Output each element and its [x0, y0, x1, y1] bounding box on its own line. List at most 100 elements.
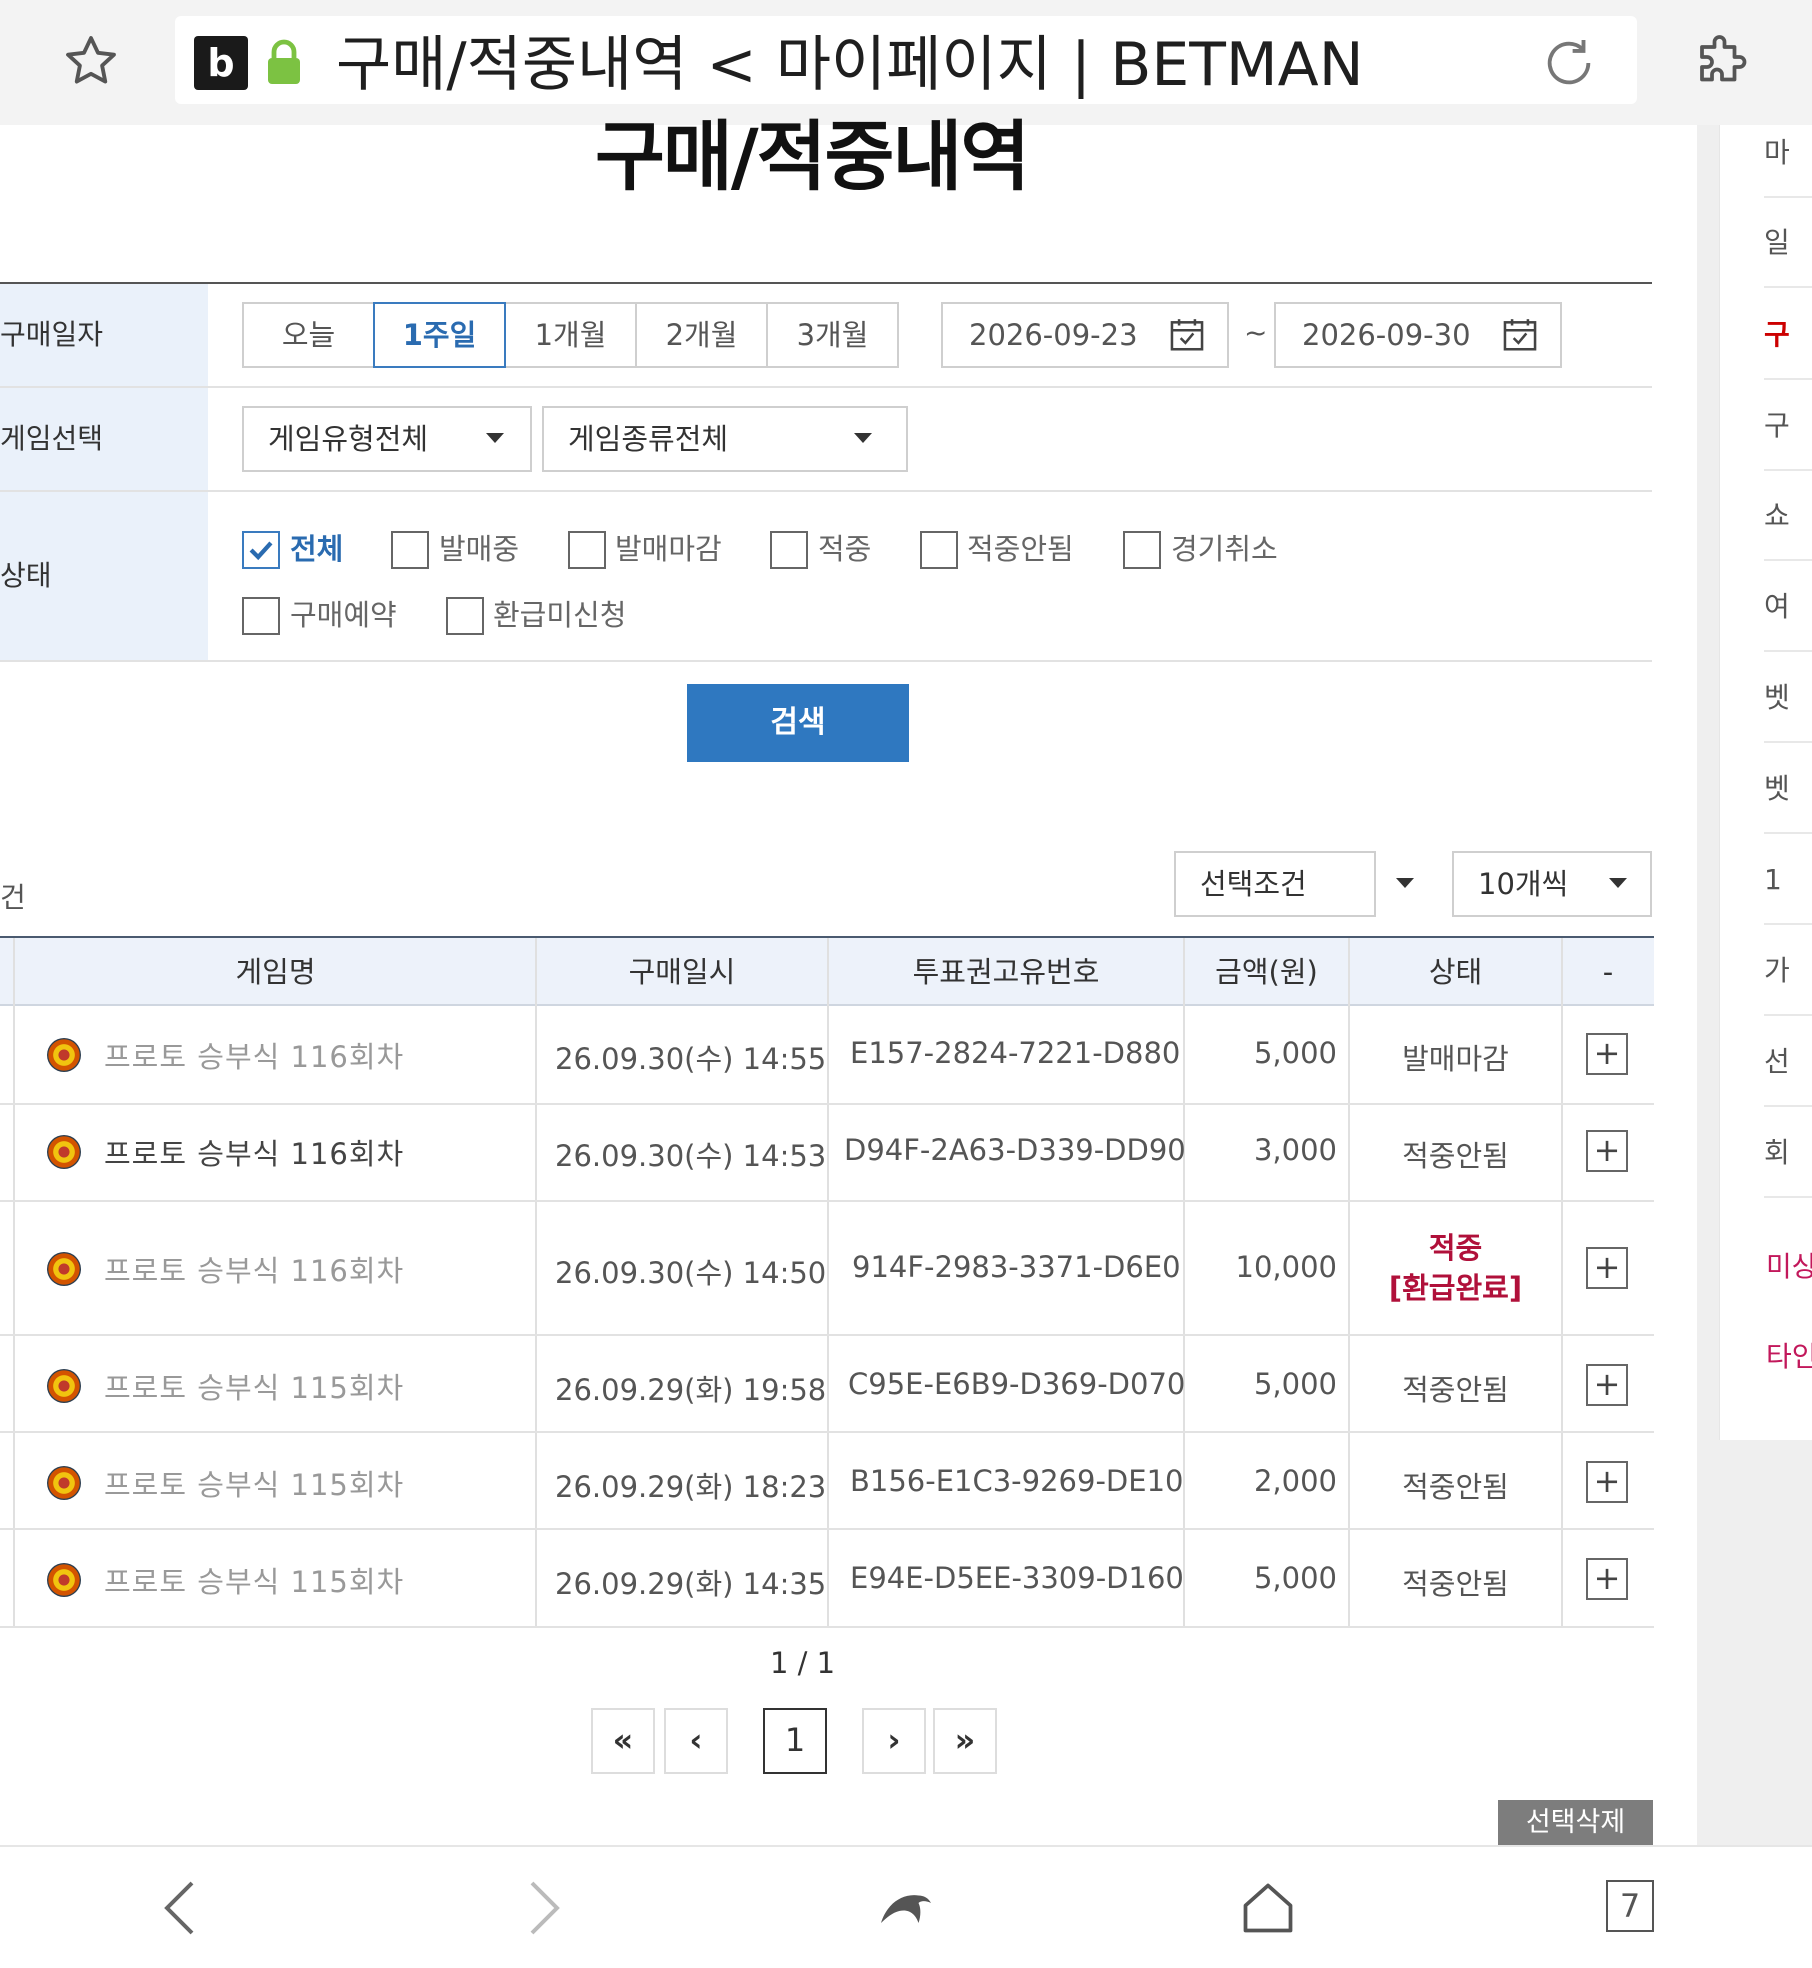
- reload-icon[interactable]: [1540, 34, 1598, 92]
- side-menu-item[interactable]: 회: [1764, 1108, 1812, 1198]
- game-type-value: 게임유형전체: [268, 422, 429, 456]
- status-refund-unclaimed-checkbox[interactable]: [446, 597, 484, 635]
- bookmark-star-icon[interactable]: [62, 32, 120, 90]
- status-hit-label[interactable]: 적중: [818, 529, 871, 569]
- column-header-game[interactable]: 게임명: [15, 938, 536, 1006]
- status-miss-label[interactable]: 적중안됨: [967, 529, 1074, 569]
- status-text: 적중안됨: [1402, 1139, 1509, 1173]
- status-cancelled-label[interactable]: 경기취소: [1171, 529, 1278, 569]
- column-divider: [827, 938, 829, 1628]
- status-refund-unclaimed-label[interactable]: 환급미신청: [493, 595, 626, 635]
- game-select-label: 게임선택: [0, 388, 208, 490]
- status-sale-closed-checkbox[interactable]: [568, 531, 606, 569]
- row-divider: [0, 660, 1652, 662]
- status-on-sale-checkbox[interactable]: [391, 531, 429, 569]
- status-miss-checkbox[interactable]: [920, 531, 958, 569]
- side-menu-item[interactable]: 구: [1764, 381, 1812, 471]
- game-name-link[interactable]: 프로토 승부식 115회차: [104, 1365, 404, 1407]
- column-header-ticket[interactable]: 투표권고유번호: [828, 938, 1184, 1006]
- calendar-icon[interactable]: [1168, 316, 1206, 354]
- column-header-amount[interactable]: 금액(원): [1184, 938, 1349, 1006]
- ticket-number: E157-2824-7221-D880: [850, 1036, 1181, 1070]
- ticket-number: B156-E1C3-9269-DE10: [850, 1464, 1184, 1498]
- page-size-value: 10개씩: [1478, 867, 1569, 901]
- tab-count-button[interactable]: 7: [1606, 1880, 1654, 1932]
- status-reserved-checkbox[interactable]: [242, 597, 280, 635]
- status-reserved-label[interactable]: 구매예약: [290, 595, 397, 635]
- period-3month-button[interactable]: 3개월: [766, 302, 899, 368]
- side-menu-item[interactable]: 여: [1764, 562, 1812, 652]
- back-arrow-icon[interactable]: [152, 1878, 212, 1938]
- status-cancelled-checkbox[interactable]: [1123, 531, 1161, 569]
- site-favicon: b: [194, 36, 248, 90]
- next-page-button[interactable]: ›: [862, 1708, 926, 1774]
- home-icon[interactable]: [1238, 1878, 1298, 1938]
- row-divider: [0, 490, 1652, 492]
- purchase-amount: 3,000: [1253, 1133, 1337, 1167]
- period-1week-button[interactable]: 1주일: [373, 302, 506, 368]
- delete-selected-button[interactable]: 선택삭제: [1498, 1800, 1653, 1846]
- purchase-datetime: 26.09.30(수) 14:53: [555, 1139, 827, 1173]
- side-menu-item[interactable]: 1: [1764, 835, 1812, 925]
- ticket-number: C95E-E6B9-D369-D070: [848, 1367, 1186, 1401]
- side-menu-item[interactable]: 쇼: [1764, 471, 1812, 561]
- page-1-button[interactable]: 1: [763, 1708, 827, 1774]
- side-menu-item[interactable]: 가: [1764, 926, 1812, 1016]
- dolphin-home-icon[interactable]: [876, 1878, 936, 1938]
- side-menu-item[interactable]: 벳: [1764, 653, 1812, 743]
- column-header-datetime[interactable]: 구매일시: [536, 938, 828, 1006]
- period-today-button[interactable]: 오늘: [242, 302, 375, 368]
- chevron-down-icon: [854, 433, 872, 443]
- side-menu-item[interactable]: 선: [1764, 1017, 1812, 1107]
- expand-row-button[interactable]: +: [1586, 1130, 1628, 1172]
- first-page-button[interactable]: «: [591, 1708, 655, 1774]
- status-label: 상태: [0, 492, 208, 660]
- status-on-sale-label[interactable]: 발매중: [439, 529, 519, 569]
- status-hit-checkbox[interactable]: [770, 531, 808, 569]
- table-row-divider: [0, 1334, 1654, 1336]
- side-menu-item-active[interactable]: 구: [1764, 290, 1812, 380]
- game-name-link[interactable]: 프로토 승부식 116회차: [104, 1131, 404, 1173]
- game-name-link[interactable]: 프로토 승부식 116회차: [104, 1248, 404, 1290]
- side-menu-item[interactable]: 마: [1764, 108, 1812, 198]
- result-count-suffix: 건: [0, 881, 26, 914]
- column-header-status[interactable]: 상태: [1349, 938, 1562, 1006]
- condition-select-value: 선택조건: [1200, 867, 1307, 901]
- side-menu-item[interactable]: 벳: [1764, 744, 1812, 834]
- condition-select[interactable]: 선택조건: [1174, 851, 1376, 917]
- expand-row-button[interactable]: +: [1586, 1461, 1628, 1503]
- game-name-link[interactable]: 프로토 승부식 115회차: [104, 1559, 404, 1601]
- purchase-amount: 5,000: [1253, 1367, 1337, 1401]
- expand-row-button[interactable]: +: [1586, 1033, 1628, 1075]
- search-button[interactable]: 검색: [687, 684, 909, 762]
- prev-page-button[interactable]: ‹: [664, 1708, 728, 1774]
- game-name-link[interactable]: 프로토 승부식 116회차: [104, 1034, 404, 1076]
- side-menu-item[interactable]: 일: [1764, 198, 1812, 288]
- last-page-button[interactable]: »: [933, 1708, 997, 1774]
- forward-arrow-icon[interactable]: [512, 1878, 572, 1938]
- ticket-number: E94E-D5EE-3309-D160: [850, 1561, 1184, 1595]
- status-text: 적중안됨: [1402, 1470, 1509, 1504]
- expand-row-button[interactable]: +: [1586, 1558, 1628, 1600]
- purchase-datetime: 26.09.30(수) 14:55: [555, 1042, 827, 1076]
- status-sale-closed-label[interactable]: 발매마감: [615, 529, 722, 569]
- extension-puzzle-icon[interactable]: [1692, 32, 1752, 92]
- status-all-label[interactable]: 전체: [290, 529, 343, 569]
- side-panel-background: [1719, 1440, 1812, 1845]
- game-name-link[interactable]: 프로토 승부식 115회차: [104, 1462, 404, 1504]
- page-title-in-address-bar: 구매/적중내역 < 마이페이지 | BETMAN: [336, 30, 1364, 100]
- page-title: 구매/적중내역: [595, 112, 1030, 201]
- calendar-icon[interactable]: [1501, 316, 1539, 354]
- date-range-separator: ~: [1244, 316, 1268, 349]
- expand-row-button[interactable]: +: [1586, 1247, 1628, 1289]
- period-2month-button[interactable]: 2개월: [635, 302, 768, 368]
- status-all-checkbox[interactable]: [242, 531, 280, 569]
- status-text: 적중안됨: [1402, 1567, 1509, 1601]
- purchase-datetime: 26.09.30(수) 14:50: [555, 1256, 827, 1290]
- status-hit-text: 적중: [1428, 1231, 1483, 1265]
- expand-row-button[interactable]: +: [1586, 1364, 1628, 1406]
- proto-game-icon: [47, 1466, 81, 1500]
- side-menu-link[interactable]: 타인: [1766, 1312, 1812, 1402]
- side-menu-link[interactable]: 미상: [1766, 1222, 1812, 1312]
- period-1month-button[interactable]: 1개월: [504, 302, 637, 368]
